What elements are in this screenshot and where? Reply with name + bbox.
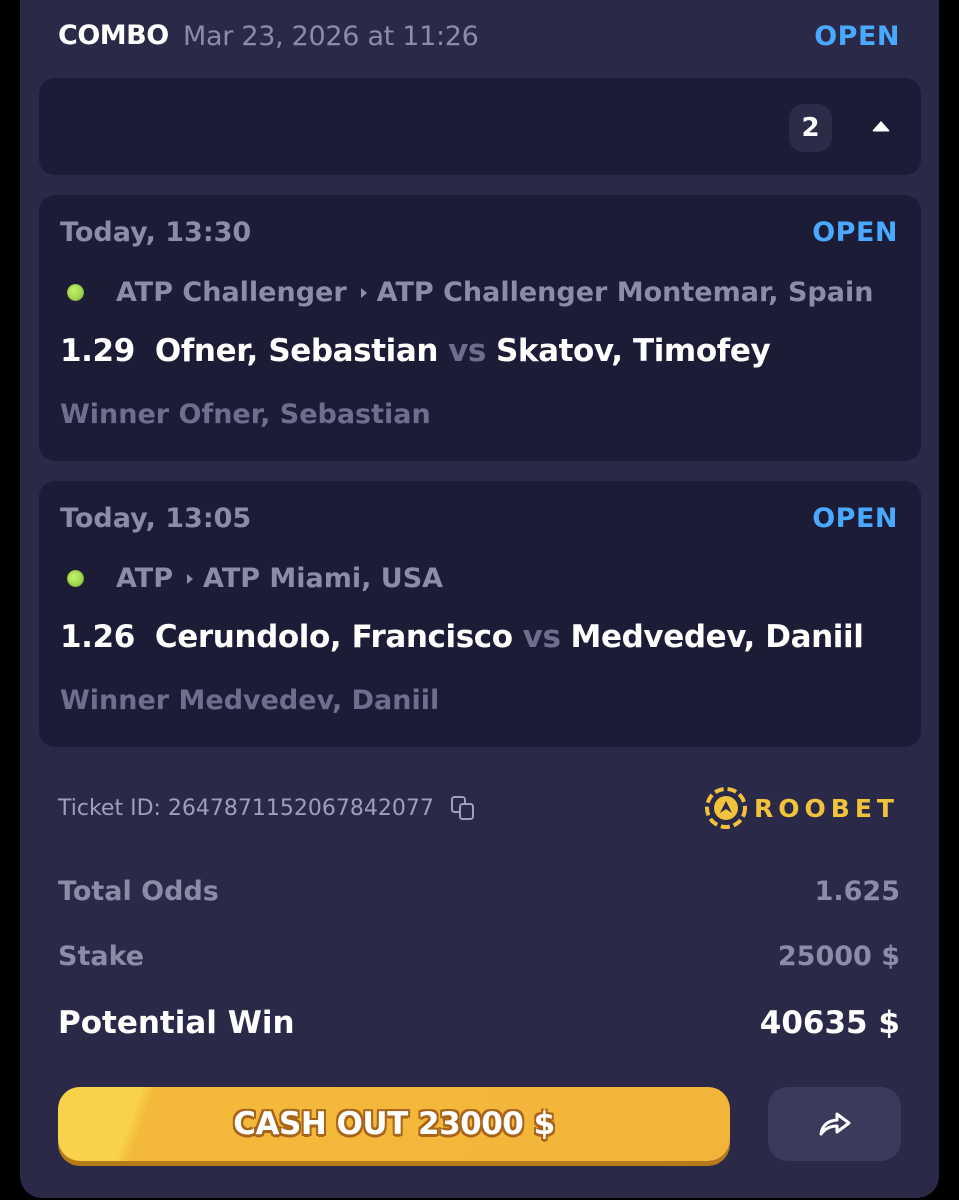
stake-value: 25000 $ bbox=[777, 941, 900, 972]
cash-out-label: CASH OUT 23000 $ bbox=[233, 1106, 555, 1142]
leg-match: 1.29 Ofner, Sebastian vs Skatov, Timofey bbox=[60, 333, 771, 369]
leg-vs: vs bbox=[522, 619, 561, 655]
bet-date: Mar 23, 2026 at 11:26 bbox=[183, 21, 479, 52]
collapse-toggle-button[interactable] bbox=[863, 108, 899, 144]
brand-name: ROOBET bbox=[754, 793, 899, 823]
total-odds-label: Total Odds bbox=[58, 876, 219, 907]
bet-status-badge: OPEN bbox=[814, 21, 900, 52]
leg-status-badge: OPEN bbox=[812, 217, 898, 248]
leg-odds: 1.29 bbox=[60, 333, 135, 369]
stake-label: Stake bbox=[58, 941, 145, 972]
leg-league-breadcrumb[interactable]: ATP ATP Miami, USA bbox=[67, 563, 443, 594]
leg-selection: Winner Ofner, Sebastian bbox=[60, 399, 431, 430]
leg-tournament: ATP Miami, USA bbox=[203, 563, 444, 594]
potential-win-value: 40635 $ bbox=[759, 1005, 900, 1041]
share-button[interactable] bbox=[768, 1087, 901, 1161]
leg-category: ATP Challenger bbox=[116, 277, 347, 308]
copy-icon[interactable] bbox=[450, 795, 476, 821]
bet-leg[interactable]: Today, 13:05 OPEN ATP ATP Miami, USA 1.2… bbox=[39, 481, 921, 747]
leg-odds: 1.26 bbox=[60, 619, 135, 655]
leg-status-badge: OPEN bbox=[812, 503, 898, 534]
selections-count-badge: 2 bbox=[789, 104, 832, 152]
leg-away-player: Skatov, Timofey bbox=[495, 333, 771, 369]
share-arrow-icon bbox=[819, 1112, 850, 1136]
leg-vs: vs bbox=[448, 333, 486, 369]
leg-match: 1.26 Cerundolo, Francisco vs Medvedev, D… bbox=[60, 619, 864, 655]
leg-selection: Winner Medvedev, Daniil bbox=[60, 685, 440, 716]
leg-home-player: Ofner, Sebastian bbox=[154, 333, 439, 369]
caret-up-icon bbox=[872, 121, 890, 132]
bet-type-label: COMBO bbox=[58, 20, 169, 51]
chevron-right-icon bbox=[360, 287, 367, 298]
leg-home-player: Cerundolo, Francisco bbox=[154, 619, 513, 655]
bet-leg[interactable]: Today, 13:30 OPEN ATP Challenger ATP Cha… bbox=[39, 195, 921, 461]
tennis-ball-icon bbox=[67, 284, 84, 301]
selections-collapse-bar[interactable]: 2 bbox=[39, 78, 921, 175]
roobet-logo-icon bbox=[705, 787, 748, 829]
leg-league-breadcrumb[interactable]: ATP Challenger ATP Challenger Montemar, … bbox=[67, 277, 873, 308]
ticket-id-text: Ticket ID: 2647871152067842077 bbox=[58, 795, 434, 821]
potential-win-label: Potential Win bbox=[58, 1005, 295, 1041]
brand-logo: ROOBET bbox=[704, 786, 899, 830]
tennis-ball-icon bbox=[67, 570, 84, 587]
leg-away-player: Medvedev, Daniil bbox=[570, 619, 864, 655]
chevron-right-icon bbox=[187, 573, 194, 584]
ticket-id-row: Ticket ID: 2647871152067842077 bbox=[58, 795, 476, 821]
leg-time: Today, 13:30 bbox=[60, 217, 252, 248]
leg-time: Today, 13:05 bbox=[60, 503, 252, 534]
cash-out-button[interactable]: CASH OUT 23000 $ bbox=[58, 1087, 730, 1161]
total-odds-value: 1.625 bbox=[814, 876, 900, 907]
leg-category: ATP bbox=[116, 563, 174, 594]
leg-tournament: ATP Challenger Montemar, Spain bbox=[376, 277, 874, 308]
